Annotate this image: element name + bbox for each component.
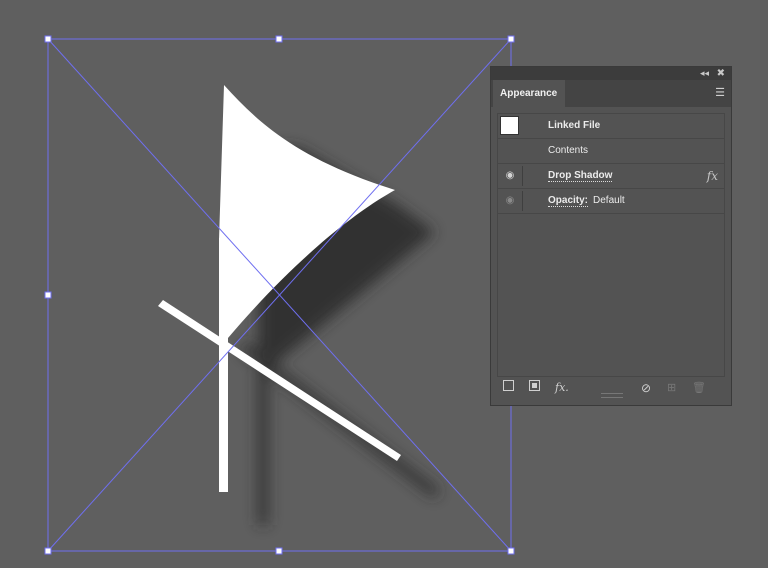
opacity-value: Default [593,195,625,206]
add-new-effect-icon[interactable]: fx. [555,380,569,396]
row-drop-shadow[interactable]: ◉ Drop Shadow fx [498,164,724,189]
fx-icon[interactable]: fx [707,164,718,188]
row-label: Linked File [548,120,601,131]
delete-item-icon[interactable]: 🗑 [692,380,706,396]
appearance-panel: ◂◂ ✖ Appearance ☰ Linked File Contents ◉… [490,66,732,406]
panel-tab-bar: Appearance ☰ [491,80,731,107]
row-divider [522,191,523,211]
collapse-panel-icon[interactable]: ◂◂ [700,67,709,80]
panel-menu-icon[interactable]: ☰ [715,86,725,99]
clear-appearance-icon[interactable]: ⊘ [641,380,651,396]
row-label: Contents [548,145,589,156]
handle-top-right [507,35,515,43]
linked-file-thumbnail [500,116,519,135]
handle-middle-left [44,291,52,299]
visibility-eye-icon[interactable]: ◉ [503,189,517,213]
row-opacity[interactable]: ◉ Opacity: Default [498,189,724,214]
panel-title-bar[interactable]: ◂◂ ✖ [491,67,731,80]
handle-top-left [44,35,52,43]
resize-grip[interactable] [601,393,623,398]
add-new-fill-icon[interactable] [529,380,540,396]
duplicate-item-icon[interactable]: ⊞ [667,380,676,396]
row-divider [522,166,523,186]
handle-bottom-right [507,547,515,555]
row-label[interactable]: Drop Shadow [548,164,613,188]
handle-bottom-left [44,547,52,555]
close-panel-icon[interactable]: ✖ [717,67,725,80]
handle-top-center [275,35,283,43]
drop-shadow-link[interactable]: Drop Shadow [548,170,613,182]
selection-bounding-box[interactable] [47,38,512,552]
appearance-list: Linked File Contents ◉ Drop Shadow fx ◉ … [497,113,725,377]
row-contents[interactable]: Contents [498,139,724,164]
add-new-stroke-icon[interactable] [503,380,514,396]
row-linked-file[interactable]: Linked File [498,114,724,139]
handle-bottom-center [275,547,283,555]
tab-appearance[interactable]: Appearance [493,80,565,107]
row-label[interactable]: Opacity: Default [548,189,625,213]
opacity-link[interactable]: Opacity: [548,195,589,207]
panel-footer: fx. ⊘ ⊞ 🗑 [491,377,731,399]
visibility-eye-icon[interactable]: ◉ [503,164,517,188]
